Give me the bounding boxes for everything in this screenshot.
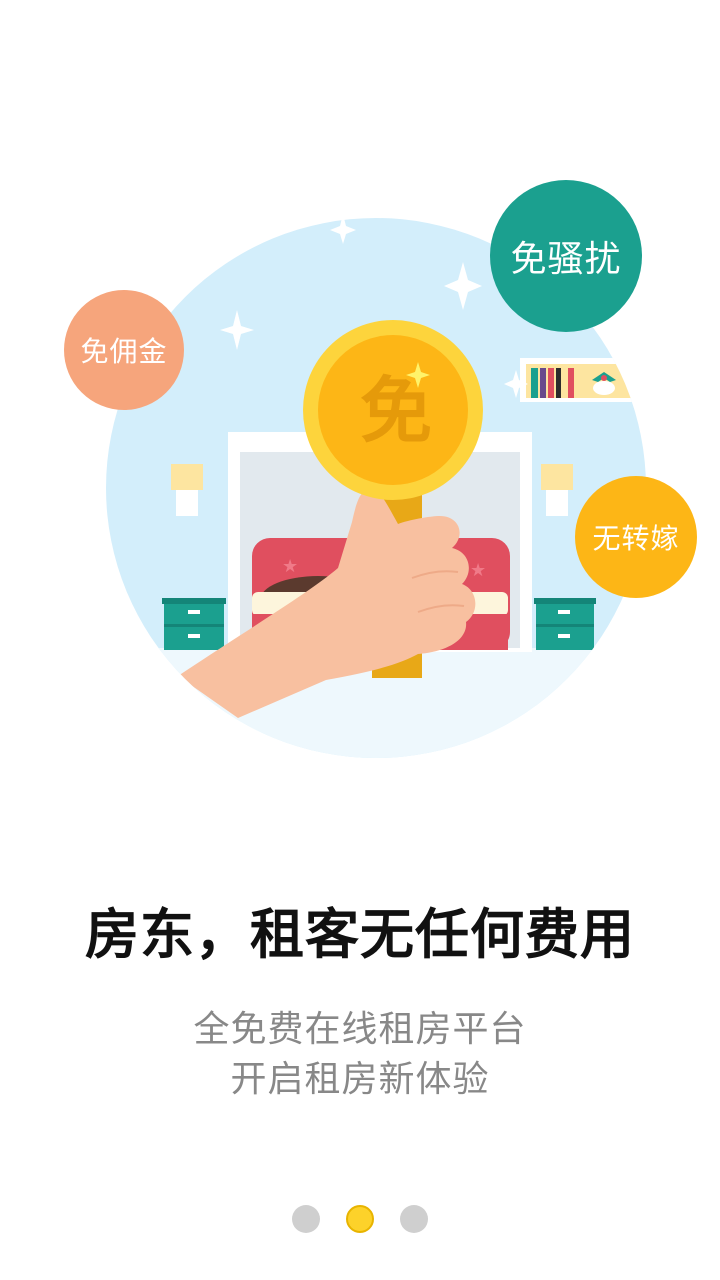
book: [568, 368, 574, 398]
book: [531, 368, 538, 398]
badge-label: 无转嫁: [592, 522, 680, 555]
star-icon: ★: [282, 556, 298, 577]
subtitle-line-2: 开启租房新体验: [230, 1059, 490, 1100]
drawer-handle: [558, 610, 570, 614]
drawer-handle: [188, 610, 200, 614]
drawer-handle: [188, 634, 200, 638]
star-icon: ★: [470, 560, 486, 581]
book: [556, 368, 561, 398]
book: [548, 368, 554, 398]
drawer-handle: [558, 634, 570, 638]
badge-no-harassment: 免骚扰: [490, 180, 642, 332]
page-indicator: [0, 1205, 720, 1233]
badge-label: 免佣金: [80, 335, 168, 368]
badge-label: 免骚扰: [510, 239, 622, 280]
subtitle-line-1: 全免费在线租房平台: [193, 1009, 527, 1050]
nightstand-top: [162, 598, 226, 604]
lamp-shade: [171, 464, 203, 490]
page-dot-3[interactable]: [400, 1205, 428, 1233]
drawer-line: [536, 624, 594, 627]
headline: 房东，租客无任何费用: [85, 903, 635, 966]
lamp-base: [546, 490, 568, 516]
drawer-line: [164, 624, 224, 627]
coin-char: 免: [360, 369, 432, 453]
lamp-shade: [541, 464, 573, 490]
page-dot-2[interactable]: [346, 1205, 374, 1233]
badge-no-commission: 免佣金: [64, 290, 184, 410]
plant-pot: [593, 381, 615, 395]
flower: [601, 375, 607, 381]
nightstand-top: [534, 598, 596, 604]
badge-no-transfer: 无转嫁: [575, 476, 697, 598]
lamp-base: [176, 490, 198, 516]
page-dot-1[interactable]: [292, 1205, 320, 1233]
onboarding-screen: ★ ★ 免 免佣金 免骚扰 无转嫁 房东，租客无任何费用 全免费在线租房平台 开…: [0, 0, 720, 1280]
book: [540, 368, 546, 398]
